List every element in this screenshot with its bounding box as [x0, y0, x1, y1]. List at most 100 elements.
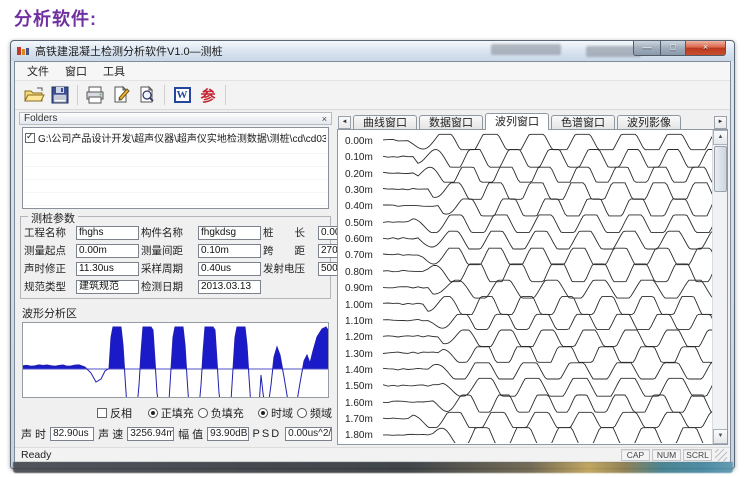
word-export-icon[interactable]: W: [169, 83, 195, 107]
groupbox-legend: 测桩参数: [28, 210, 78, 226]
radio-icon[interactable]: [297, 408, 307, 418]
time-domain-radio[interactable]: 时域: [258, 405, 293, 421]
depth-label: 0.40m: [345, 201, 373, 212]
scroll-up-icon[interactable]: ▲: [713, 130, 728, 145]
export-report-icon[interactable]: [108, 83, 134, 107]
menu-window[interactable]: 窗口: [57, 61, 95, 81]
menu-bar: 文件 窗口 工具: [15, 62, 730, 81]
radio-icon[interactable]: [198, 408, 208, 418]
param-field-interval[interactable]: 0.10m: [198, 244, 261, 258]
param-label: 测量起点: [24, 243, 74, 258]
depth-label: 0.70m: [345, 250, 373, 261]
waveform-area-label: 波形分析区: [22, 305, 332, 321]
folders-panel-header: Folders ×: [19, 112, 332, 125]
param-field-project-name[interactable]: fhghs: [76, 226, 139, 240]
depth-label: 0.80m: [345, 267, 373, 278]
psd-label: PSD: [253, 428, 282, 440]
folder-tree-item[interactable]: ✓ G:\公司产品设计开发\超声仪器\超声仪实地检测数据\测桩\cd\cd03\…: [25, 130, 326, 145]
window-controls: — □ ×: [633, 41, 726, 56]
param-field-start-point[interactable]: 0.00m: [76, 244, 139, 258]
param-label: 规范类型: [24, 279, 74, 294]
window-title: 高铁建混凝土检测分析软件V1.0—测桩: [35, 43, 223, 59]
fill-negative-radio[interactable]: 负填充: [198, 405, 244, 421]
depth-label: 1.80m: [345, 430, 373, 441]
page-title: 分析软件:: [14, 5, 97, 31]
app-icon: [17, 45, 30, 57]
tab-scroll-left-icon[interactable]: ◄: [338, 116, 351, 129]
depth-label: 0.00m: [345, 136, 373, 147]
folders-close-icon[interactable]: ×: [322, 114, 327, 124]
depth-label: 1.60m: [345, 398, 373, 409]
status-bar: Ready CAP NUM SCRL: [15, 447, 730, 462]
depth-label: 1.40m: [345, 365, 373, 376]
menu-file[interactable]: 文件: [19, 61, 57, 81]
psd-value[interactable]: 0.00us^2/m: [285, 427, 332, 441]
open-file-icon[interactable]: [21, 83, 47, 107]
wavetrain-panel[interactable]: ▲ ▼ 0.00m0.10m0.20m0.30m0.40m0.50m0.60m0…: [337, 129, 728, 445]
vertical-scrollbar[interactable]: ▲ ▼: [712, 130, 727, 444]
parameters-icon[interactable]: 参: [195, 83, 221, 107]
tab-scroll-right-icon[interactable]: ►: [714, 116, 727, 129]
parameters-grid: 工程名称 fhghs 构件名称 fhgkdsg 桩 长 0.00m 测量起点 0…: [24, 225, 327, 294]
resize-grip[interactable]: [715, 449, 727, 461]
param-field-time-correction[interactable]: 11.30us: [76, 262, 139, 276]
scroll-down-icon[interactable]: ▼: [713, 429, 728, 444]
tab-wavetrain-window[interactable]: 波列窗口: [485, 113, 549, 130]
readouts-row: 声 时 82.90us 声 速 3256.94m/s 幅 值 93.90dB P…: [21, 426, 332, 442]
tab-data-window[interactable]: 数据窗口: [419, 115, 483, 129]
close-button[interactable]: ×: [686, 41, 726, 56]
sound-speed-label: 声 速: [98, 426, 123, 442]
depth-label: 1.70m: [345, 414, 373, 425]
menu-tools[interactable]: 工具: [95, 61, 133, 81]
tab-curve-window[interactable]: 曲线窗口: [353, 115, 417, 129]
pile-parameters-groupbox: 测桩参数 工程名称 fhghs 构件名称 fhgkdsg 桩 长 0.00m 测…: [20, 216, 331, 299]
param-field-test-date[interactable]: 2013.03.13: [198, 280, 261, 294]
waveform-plot[interactable]: [22, 322, 329, 398]
param-field-component-name[interactable]: fhgkdsg: [198, 226, 261, 240]
num-lock-indicator: NUM: [652, 449, 681, 461]
tab-wavetrain-image[interactable]: 波列影像: [617, 115, 681, 129]
tab-spectrum-window[interactable]: 色谱窗口: [551, 115, 615, 129]
checkbox-icon[interactable]: [97, 408, 107, 418]
invert-checkbox[interactable]: 反相: [97, 405, 132, 421]
tree-checkbox-icon[interactable]: ✓: [25, 133, 35, 143]
toolbar-separator: [77, 85, 78, 105]
param-label: 工程名称: [24, 225, 74, 240]
depth-label: 1.50m: [345, 381, 373, 392]
fill-positive-radio[interactable]: 正填充: [148, 405, 194, 421]
depth-label: 1.00m: [345, 300, 373, 311]
param-field-sample-period[interactable]: 0.40us: [198, 262, 261, 276]
radio-icon[interactable]: [258, 408, 268, 418]
depth-label: 1.10m: [345, 316, 373, 327]
radio-icon[interactable]: [148, 408, 158, 418]
param-label: 发射电压: [263, 261, 316, 276]
toolbar-separator: [225, 85, 226, 105]
clipped-text-row: ·: [25, 442, 332, 445]
caps-lock-indicator: CAP: [621, 449, 650, 461]
right-panel: ◄ 曲线窗口 数据窗口 波列窗口 色谱窗口 波列影像 ► ▲ ▼: [337, 112, 728, 445]
print-preview-icon[interactable]: [134, 83, 160, 107]
folders-panel-title: Folders: [24, 113, 57, 124]
print-icon[interactable]: [82, 83, 108, 107]
sound-time-value[interactable]: 82.90us: [50, 427, 94, 441]
param-label: 测量间距: [141, 243, 196, 258]
save-icon[interactable]: [47, 83, 73, 107]
maximize-button[interactable]: □: [660, 41, 686, 56]
minimize-button[interactable]: —: [633, 41, 660, 56]
param-field-standard-type[interactable]: 建筑规范: [76, 280, 139, 294]
waveform-controls: 反相 正填充 负填充: [97, 405, 332, 421]
left-panel: Folders × ✓ G:\公司产品设计开发\超声仪器\超声仪实地检测数据\测…: [17, 112, 334, 445]
title-bar[interactable]: 高铁建混凝土检测分析软件V1.0—测桩 — □ ×: [11, 41, 734, 61]
amplitude-value[interactable]: 93.90dB: [207, 427, 248, 441]
folder-tree: ✓ G:\公司产品设计开发\超声仪器\超声仪实地检测数据\测桩\cd\cd03\…: [22, 127, 329, 209]
status-text: Ready: [21, 449, 619, 461]
scrollbar-thumb[interactable]: [714, 146, 727, 192]
depth-label: 0.90m: [345, 283, 373, 294]
sound-speed-value[interactable]: 3256.94m/s: [127, 427, 174, 441]
background-window-blur: [491, 44, 561, 55]
depth-label: 0.10m: [345, 152, 373, 163]
scroll-lock-indicator: SCRL: [683, 449, 712, 461]
toolbar: W 参: [15, 81, 730, 110]
freq-domain-radio[interactable]: 频域: [297, 405, 332, 421]
client-area: 文件 窗口 工具: [14, 61, 731, 463]
